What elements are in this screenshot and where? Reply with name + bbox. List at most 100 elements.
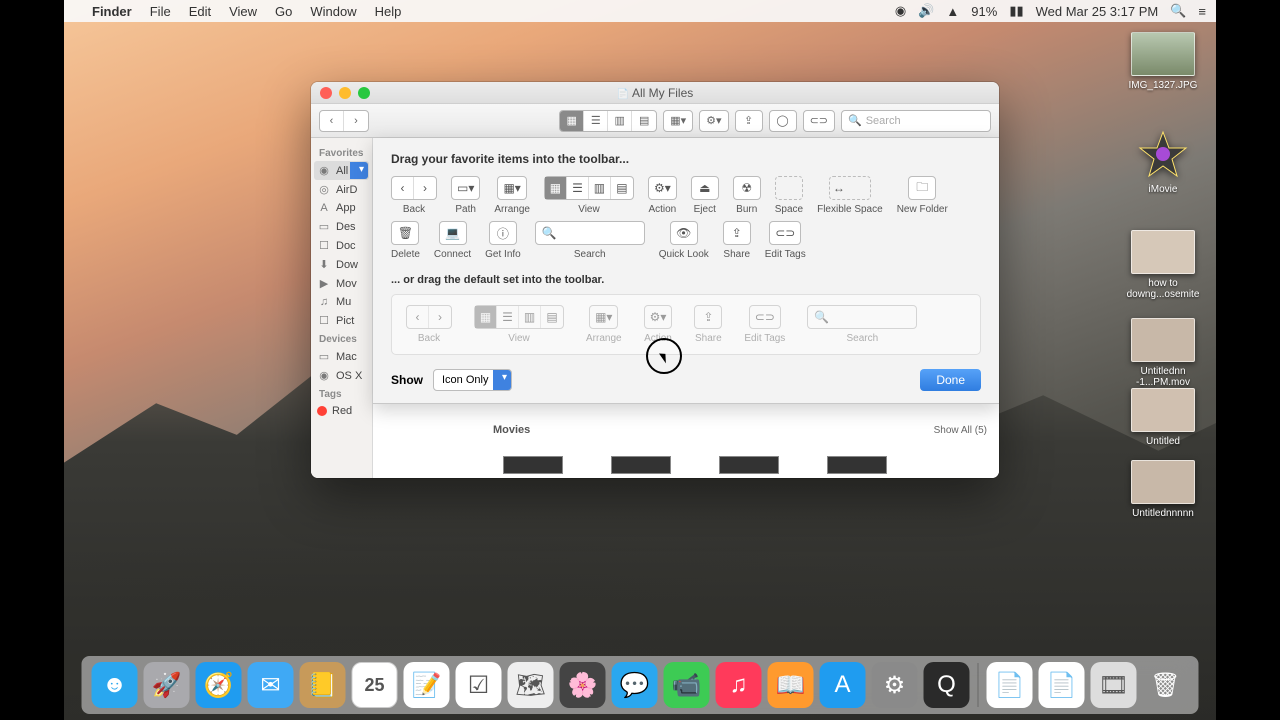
desktop-icon-imovie[interactable]: iMovie <box>1124 130 1202 195</box>
dock-video[interactable]: 🎞 <box>1091 662 1137 708</box>
desktop-icon[interactable]: Untitlednnnnn <box>1124 460 1202 519</box>
tool-search[interactable]: 🔍Search <box>535 221 645 260</box>
sidebar-item-osx[interactable]: ◉OS X <box>311 366 372 385</box>
app-menu[interactable]: Finder <box>92 4 132 19</box>
dock-sysprefs[interactable]: ⚙ <box>872 662 918 708</box>
desktop-icon[interactable]: how to downg...osemite <box>1124 230 1202 300</box>
sidebar-item-mac[interactable]: ▭Mac <box>311 347 372 366</box>
tool-arrange[interactable]: ▦▾Arrange <box>494 176 530 215</box>
sync-icon[interactable]: ◉ <box>895 3 906 19</box>
desktop: Finder File Edit View Go Window Help ◉ 🔊… <box>64 0 1216 720</box>
tool-quicklook[interactable]: 👁Quick Look <box>659 221 709 260</box>
dock-notes[interactable]: 📝 <box>404 662 450 708</box>
dock-doc[interactable]: 📄 <box>987 662 1033 708</box>
tool-eject[interactable]: ⏏Eject <box>691 176 719 215</box>
sheet-subtitle: ... or drag the default set into the too… <box>391 274 981 286</box>
sidebar-item-desktop[interactable]: ▭Des <box>311 217 372 236</box>
dock-facetime[interactable]: 📹 <box>664 662 710 708</box>
action-button[interactable]: ⚙▾ <box>699 110 728 132</box>
menu-help[interactable]: Help <box>375 4 402 19</box>
spotlight-icon[interactable]: 🔍 <box>1170 3 1186 19</box>
edit-tags2-button[interactable]: ⊂⊃ <box>803 110 835 132</box>
tool-connect[interactable]: 💻Connect <box>434 221 471 260</box>
tool-path[interactable]: ▭▾Path <box>451 176 480 215</box>
sidebar-hdr-tags: Tags <box>311 385 372 402</box>
arrange-button[interactable]: ▦▾ <box>663 110 693 132</box>
desktop-icon[interactable]: Untitled <box>1124 388 1202 447</box>
tool-getinfo[interactable]: ⓘGet Info <box>485 221 521 260</box>
menu-go[interactable]: Go <box>275 4 292 19</box>
dock-messages[interactable]: 💬 <box>612 662 658 708</box>
search-icon: 🔍 <box>848 114 862 127</box>
dock-calendar[interactable]: 25 <box>352 662 398 708</box>
sidebar-item-airdrop[interactable]: ◎AirD <box>311 180 372 199</box>
finder-toolbar: ‹› ▦☰▥▤ ▦▾ ⚙▾ ⇪ ◯ ⊂⊃ 🔍Search <box>311 104 999 138</box>
notification-center-icon[interactable]: ≡ <box>1198 4 1206 19</box>
sidebar: Favorites ◉All M ◎AirD AApp ▭Des ☐Doc ⬇D… <box>311 138 373 478</box>
dock-ibooks[interactable]: 📖 <box>768 662 814 708</box>
titlebar[interactable]: All My Files <box>311 82 999 104</box>
dock: ☻🚀🧭✉📒25📝☑🗺🌸💬📹♫📖A⚙Q📄📄🎞🗑 <box>82 656 1199 714</box>
sheet-title: Drag your favorite items into the toolba… <box>391 152 981 166</box>
dock-quicktime[interactable]: Q <box>924 662 970 708</box>
view-switcher[interactable]: ▦☰▥▤ <box>559 110 657 132</box>
show-label: Show <box>391 373 423 387</box>
tool-newfolder[interactable]: 🗀New Folder <box>897 176 948 215</box>
show-all-link[interactable]: Show All (5) <box>934 425 987 436</box>
menu-view[interactable]: View <box>229 4 257 19</box>
dock-safari[interactable]: 🧭 <box>196 662 242 708</box>
dock-reminders[interactable]: ☑ <box>456 662 502 708</box>
dock-trash[interactable]: 🗑 <box>1143 662 1189 708</box>
nav-back-forward[interactable]: ‹› <box>319 110 369 132</box>
tool-share[interactable]: ⇪Share <box>723 221 751 260</box>
dock-itunes[interactable]: ♫ <box>716 662 762 708</box>
battery-pct[interactable]: 91% <box>971 4 997 19</box>
desktop-icon[interactable]: Untitlednn -1...PM.mov <box>1124 318 1202 388</box>
clock[interactable]: Wed Mar 25 3:17 PM <box>1036 4 1159 19</box>
movie-thumbs[interactable] <box>503 456 887 474</box>
sidebar-tag-red[interactable]: Red <box>311 402 372 420</box>
desktop-icon[interactable]: IMG_1327.JPG <box>1124 32 1202 91</box>
tool-delete[interactable]: 🗑Delete <box>391 221 420 260</box>
menu-file[interactable]: File <box>150 4 171 19</box>
dock-page[interactable]: 📄 <box>1039 662 1085 708</box>
tool-action[interactable]: ⚙▾Action <box>648 176 677 215</box>
done-button[interactable]: Done <box>920 369 981 391</box>
menubar: Finder File Edit View Go Window Help ◉ 🔊… <box>64 0 1216 22</box>
tool-burn[interactable]: ☢Burn <box>733 176 761 215</box>
menu-window[interactable]: Window <box>310 4 356 19</box>
sidebar-item-music[interactable]: ♫Mu <box>311 293 372 311</box>
dock-maps[interactable]: 🗺 <box>508 662 554 708</box>
dock-appstore[interactable]: A <box>820 662 866 708</box>
sidebar-item-documents[interactable]: ☐Doc <box>311 236 372 255</box>
section-movies: Movies <box>493 424 530 436</box>
edit-tags-button[interactable]: ◯ <box>769 110 797 132</box>
dock-mail[interactable]: ✉ <box>248 662 294 708</box>
menu-edit[interactable]: Edit <box>189 4 211 19</box>
tool-space[interactable]: Space <box>775 176 803 215</box>
dock-finder[interactable]: ☻ <box>92 662 138 708</box>
battery-icon: ▮▮ <box>1009 3 1023 19</box>
customize-toolbar-sheet: Drag your favorite items into the toolba… <box>373 138 999 404</box>
dock-contacts[interactable]: 📒 <box>300 662 346 708</box>
toolbar-items-grid: ‹›Back ▭▾Path ▦▾Arrange ▦☰▥▤View ⚙▾Actio… <box>391 176 981 260</box>
tool-view[interactable]: ▦☰▥▤View <box>544 176 634 215</box>
sidebar-item-pictures[interactable]: ☐Pict <box>311 311 372 330</box>
sidebar-item-applications[interactable]: AApp <box>311 199 372 217</box>
tool-back[interactable]: ‹›Back <box>391 176 437 215</box>
toolbar-search[interactable]: 🔍Search <box>841 110 991 132</box>
dock-launchpad[interactable]: 🚀 <box>144 662 190 708</box>
volume-icon[interactable]: 🔊 <box>918 3 934 19</box>
sidebar-item-downloads[interactable]: ⬇Dow <box>311 255 372 274</box>
sidebar-item-movies[interactable]: ▶Mov <box>311 274 372 293</box>
sidebar-hdr-favorites: Favorites <box>311 144 372 161</box>
wifi-icon[interactable]: ▲ <box>946 4 959 19</box>
window-title: All My Files <box>311 86 999 100</box>
sidebar-item-allmyfiles[interactable]: ◉All M <box>314 161 369 180</box>
show-select[interactable]: Icon Only <box>433 369 512 391</box>
share-button[interactable]: ⇪ <box>735 110 763 132</box>
dock-photos[interactable]: 🌸 <box>560 662 606 708</box>
default-toolbar-set[interactable]: ‹›Back ▦☰▥▤View ▦▾Arrange ⚙▾Action ⇪Shar… <box>391 294 981 355</box>
tool-flexspace[interactable]: ↔Flexible Space <box>817 176 883 215</box>
tool-edittags[interactable]: ⊂⊃Edit Tags <box>765 221 806 260</box>
